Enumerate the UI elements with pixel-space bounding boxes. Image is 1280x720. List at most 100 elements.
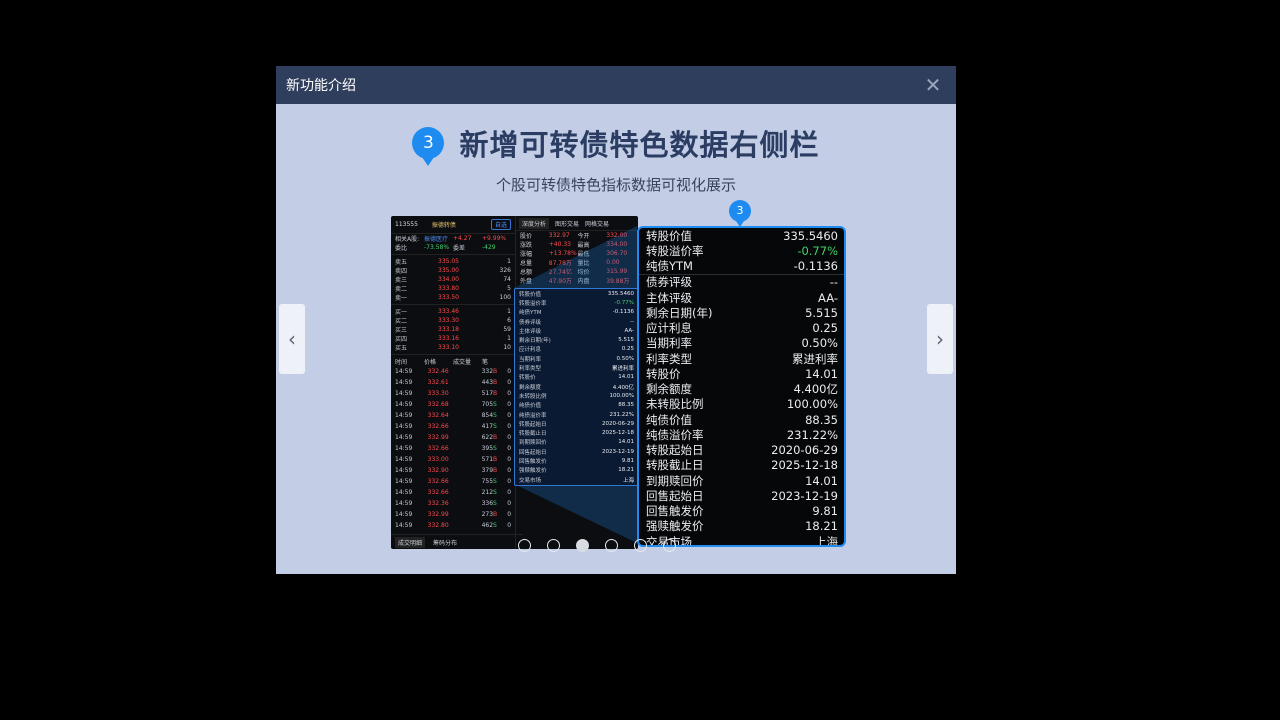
mini-bond-label: 回售触发价 [519, 458, 547, 465]
mini-bond-value: 18.21 [618, 467, 634, 474]
mini-bond-row: 剩余额度 4.400亿 [515, 382, 638, 391]
bond-value: 2020-06-29 [771, 443, 838, 458]
mini-bond-value: 335.5460 [607, 290, 634, 297]
mini-bond-row: 纯债价值 88.35 [515, 401, 638, 410]
bond-label: 纯债价值 [646, 412, 692, 427]
mini-bond-row: 转股价值 335.5460 [515, 289, 638, 298]
bond-value: 4.400亿 [793, 382, 838, 397]
mini-bond-label: 纯债价值 [519, 403, 542, 410]
mini-bond-row: 强赎触发价 18.21 [515, 466, 638, 475]
bond-value: -0.1136 [793, 259, 838, 274]
bond-value: 累进利率 [792, 351, 838, 366]
mini-bond-value: 9.81 [621, 457, 634, 464]
bond-row: 主体评级 AA- [639, 290, 844, 305]
bond-value: 0.50% [801, 336, 838, 351]
bond-value: 0.25 [812, 321, 838, 336]
bond-row: 转股起始日 2020-06-29 [639, 443, 844, 458]
bond-row: 转股截止日 2025-12-18 [639, 458, 844, 473]
mini-bond-panel: 转股价值 335.5460 转股溢价率 -0.77% 纯债YTM -0.1136 债券评级 -… [514, 288, 639, 486]
bond-label: 转股价 [646, 366, 681, 381]
bond-label: 到期赎回价 [646, 473, 704, 488]
mini-bond-row: 交易市场 上海 [515, 475, 638, 484]
bond-label: 剩余日期(年) [646, 305, 713, 320]
bond-value: 18.21 [805, 519, 838, 534]
feature-intro-dialog: 新功能介绍 ✕ 3 新增可转债特色数据右侧栏 个股可转债特色指标数据可视化展示 … [276, 66, 956, 574]
mini-bond-row: 回售起始日 2023-12-19 [515, 447, 638, 456]
mini-bond-label: 转股价值 [519, 291, 542, 298]
mini-bond-label: 当期利率 [519, 356, 542, 363]
mini-bond-row: 转股起始日 2020-06-29 [515, 419, 638, 428]
mini-bond-row: 到期赎回价 14.01 [515, 438, 638, 447]
mini-bond-value: 231.22% [609, 411, 634, 418]
mini-bond-label: 转股价 [519, 375, 536, 382]
mini-bond-row: 主体评级 AA- [515, 326, 638, 335]
mini-bond-label: 转股起始日 [519, 421, 547, 428]
mini-bond-value: -- [630, 318, 634, 325]
mini-bond-value: 14.01 [618, 374, 634, 381]
mini-bond-label: 纯债溢价率 [519, 412, 547, 419]
bond-label: 主体评级 [646, 290, 692, 305]
mini-bond-row: 债券评级 -- [515, 317, 638, 326]
bond-label: 债券评级 [646, 275, 692, 290]
mini-bond-label: 应计利息 [519, 347, 542, 354]
bond-label: 纯债溢价率 [646, 427, 704, 442]
bond-label: 应计利息 [646, 321, 692, 336]
pagination-dot[interactable] [547, 539, 560, 552]
pagination-dot[interactable] [663, 539, 676, 552]
mini-bond-value: 累进利率 [611, 366, 634, 373]
bond-value: 14.01 [805, 473, 838, 488]
bond-label: 转股溢价率 [646, 243, 704, 258]
mini-bond-label: 利率类型 [519, 366, 542, 373]
mini-bond-value: -0.1136 [612, 309, 634, 316]
mini-bond-value: 2020-06-29 [602, 420, 634, 427]
mini-bond-row: 应计利息 0.25 [515, 345, 638, 354]
mini-bond-value: 4.400亿 [612, 384, 634, 391]
pagination-dot[interactable] [634, 539, 647, 552]
mini-bond-label: 债券评级 [519, 319, 542, 326]
bond-label: 回售触发价 [646, 504, 704, 519]
mini-bond-row: 当期利率 0.50% [515, 354, 638, 363]
mini-bond-value: 0.50% [616, 355, 634, 362]
mini-bond-label: 剩余日期(年) [519, 338, 551, 345]
mini-bond-label: 转股溢价率 [519, 300, 547, 307]
mini-bond-row: 纯债YTM -0.1136 [515, 308, 638, 317]
bond-value: 100.00% [786, 397, 838, 412]
mini-bond-row: 转股溢价率 -0.77% [515, 298, 638, 307]
bond-value: 14.01 [805, 366, 838, 381]
bond-row: 债券评级 -- [639, 275, 844, 290]
mini-bond-label: 转股截止日 [519, 431, 547, 438]
bond-row: 回售触发价 9.81 [639, 504, 844, 519]
mini-bond-row: 转股价 14.01 [515, 373, 638, 382]
bond-row: 到期赎回价 14.01 [639, 473, 844, 488]
pagination-dot[interactable] [518, 539, 531, 552]
bond-row: 强赎触发价 18.21 [639, 519, 844, 534]
mini-bond-label: 回售起始日 [519, 449, 547, 456]
mini-bond-label: 交易市场 [519, 477, 542, 484]
bond-feature-panel: 转股价值 335.5460 转股溢价率 -0.77% 纯债YTM -0.1136 债券评级 -… [637, 226, 846, 547]
mini-bond-label: 纯债YTM [519, 310, 542, 317]
mini-bond-row: 未转股比例 100.00% [515, 391, 638, 400]
pagination-dot[interactable] [605, 539, 618, 552]
bond-label: 转股起始日 [646, 443, 704, 458]
bond-label: 纯债YTM [646, 259, 693, 274]
bond-value: -- [829, 275, 838, 290]
bond-value: 2025-12-18 [771, 458, 838, 473]
bond-value: 231.22% [786, 427, 838, 442]
bond-row: 纯债溢价率 231.22% [639, 427, 844, 442]
bond-row: 转股溢价率 -0.77% [639, 243, 844, 258]
mini-bond-row: 纯债溢价率 231.22% [515, 410, 638, 419]
bond-label: 转股价值 [646, 228, 692, 243]
pagination-dot[interactable] [576, 539, 589, 552]
mini-bond-value: 100.00% [609, 392, 634, 399]
mini-bond-row: 转股截止日 2025-12-18 [515, 428, 638, 437]
bond-value: 335.5460 [783, 228, 838, 243]
mini-bond-value: 0.25 [621, 346, 634, 353]
bond-label: 转股截止日 [646, 458, 704, 473]
mini-bond-label: 主体评级 [519, 328, 542, 335]
bond-row: 纯债价值 88.35 [639, 412, 844, 427]
mini-bond-row: 回售触发价 9.81 [515, 456, 638, 465]
bond-label: 剩余额度 [646, 382, 692, 397]
bond-label: 未转股比例 [646, 397, 704, 412]
mini-bond-value: AA- [624, 327, 634, 334]
bond-label: 回售起始日 [646, 488, 704, 503]
